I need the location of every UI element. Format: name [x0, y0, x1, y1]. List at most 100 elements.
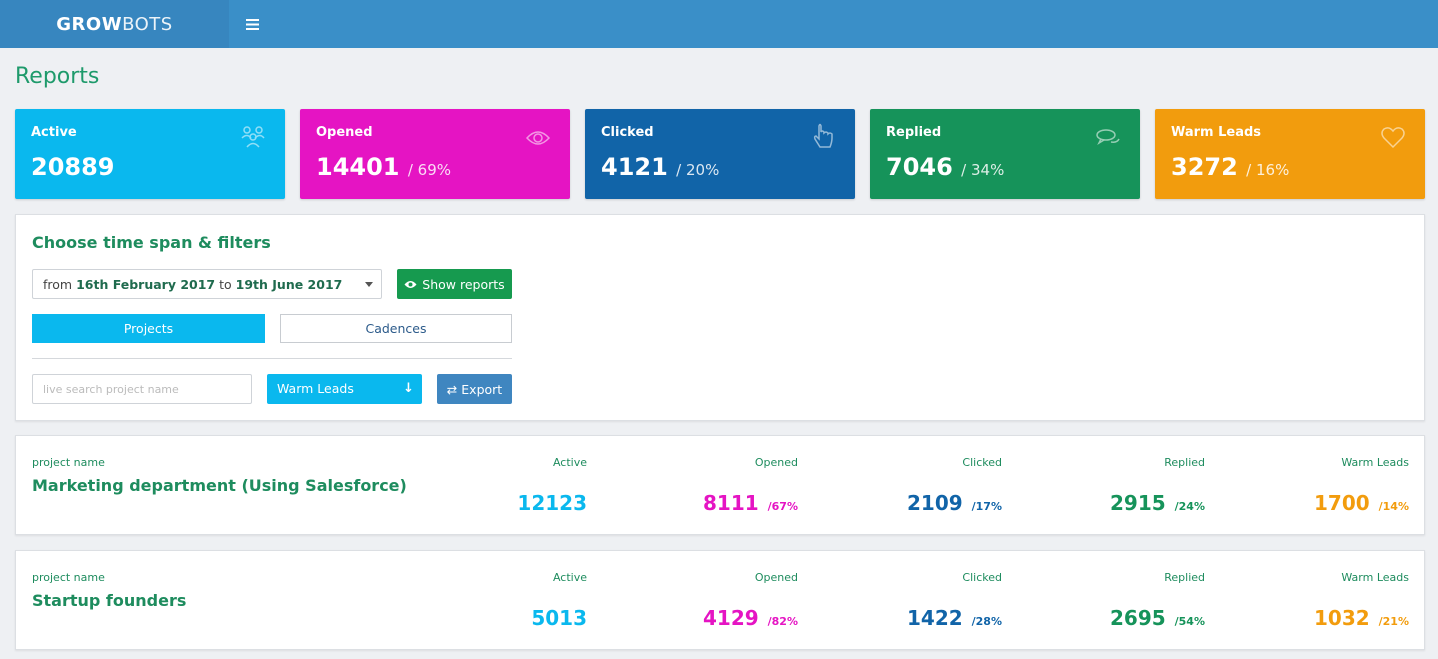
stat-card-replied: Replied 7046 / 34%	[870, 109, 1140, 199]
metric-percent: /82%	[767, 615, 798, 628]
metric-active: Active 12123	[387, 456, 587, 515]
project-row[interactable]: project name Marketing department (Using…	[15, 435, 1425, 535]
divider	[32, 358, 512, 359]
stat-card-number: 14401	[316, 153, 400, 181]
stat-card-percent: / 16%	[1246, 161, 1290, 179]
metric-value: 2915 /24%	[1005, 491, 1205, 515]
metric-value: 12123	[387, 491, 587, 515]
stat-card-value: 20889	[31, 153, 115, 181]
stat-card-percent: / 34%	[961, 161, 1005, 179]
project-row[interactable]: project name Startup founders Active 501…	[15, 550, 1425, 650]
top-navbar: GROW BOTS	[0, 0, 1438, 48]
metric-label: Clicked	[962, 456, 1002, 469]
tab-cadences[interactable]: Cadences	[280, 314, 512, 343]
arrow-down-icon: ↓	[403, 381, 414, 396]
metric-clicked: Clicked 1422 /28%	[802, 571, 1002, 630]
project-name[interactable]: Marketing department (Using Salesforce)	[32, 476, 407, 495]
metric-opened: Opened 4129 /82%	[598, 571, 798, 630]
metric-warm-leads: Warm Leads 1032 /21%	[1209, 571, 1409, 630]
filters-panel: Choose time span & filters from 16th Feb…	[15, 214, 1425, 421]
heart-icon	[1381, 127, 1405, 149]
stat-card-warm-leads: Warm Leads 3272 / 16%	[1155, 109, 1425, 199]
metric-number: 2695	[1110, 606, 1166, 630]
exchange-arrows-icon: ⇄	[446, 381, 458, 397]
stat-card-value: 14401 / 69%	[316, 153, 451, 181]
metric-active: Active 5013	[387, 571, 587, 630]
project-search-input[interactable]	[32, 374, 252, 404]
show-reports-label: Show reports	[422, 276, 505, 292]
brand-logo-light: BOTS	[122, 13, 173, 35]
date-range-from-word: from	[43, 277, 73, 292]
metric-value: 1700 /14%	[1209, 491, 1409, 515]
eye-icon	[404, 280, 417, 288]
stat-card-number: 20889	[31, 153, 115, 181]
metric-label: Warm Leads	[1341, 571, 1409, 584]
pointer-hand-icon	[813, 123, 833, 148]
date-range-start: 16th February 2017	[76, 277, 216, 292]
stat-card-clicked: Clicked 4121 / 20%	[585, 109, 855, 199]
metric-value: 5013	[387, 606, 587, 630]
sort-by-select[interactable]: Warm Leads ↓	[267, 374, 422, 404]
stat-card-label: Clicked	[601, 125, 654, 140]
metric-replied: Replied 2695 /54%	[1005, 571, 1205, 630]
metric-number: 4129	[703, 606, 759, 630]
export-label: Export	[461, 381, 503, 397]
stat-card-percent: / 69%	[407, 161, 452, 179]
project-name[interactable]: Startup founders	[32, 591, 186, 610]
metric-percent: /24%	[1174, 500, 1205, 513]
metric-number: 2109	[907, 491, 963, 515]
metric-label: Active	[552, 456, 587, 469]
filters-heading: Choose time span & filters	[32, 233, 271, 252]
stat-card-value: 3272 / 16%	[1171, 153, 1289, 181]
metric-percent: /54%	[1174, 615, 1205, 628]
metric-value: 1032 /21%	[1209, 606, 1409, 630]
stat-card-number: 4121	[601, 153, 668, 181]
metric-warm-leads: Warm Leads 1700 /14%	[1209, 456, 1409, 515]
metric-label: Active	[552, 571, 587, 584]
stat-card-percent: / 20%	[676, 161, 720, 179]
metric-value: 2109 /17%	[802, 491, 1002, 515]
metric-value: 4129 /82%	[598, 606, 798, 630]
metric-value: 1422 /28%	[802, 606, 1002, 630]
metric-value: 8111 /67%	[598, 491, 798, 515]
metric-number: 1032	[1314, 606, 1370, 630]
metric-label: Opened	[754, 571, 798, 584]
date-range-to-word: to	[219, 277, 232, 292]
metric-label: Clicked	[962, 571, 1002, 584]
metric-number: 1422	[907, 606, 963, 630]
metric-number: 12123	[517, 491, 587, 515]
metric-percent: /28%	[971, 615, 1002, 628]
stat-card-label: Active	[31, 125, 77, 140]
date-range-picker[interactable]: from 16th February 2017 to 19th June 201…	[32, 269, 382, 299]
metric-label: Replied	[1164, 456, 1205, 469]
metric-percent: /67%	[767, 500, 798, 513]
metric-number: 5013	[531, 606, 587, 630]
metric-number: 1700	[1314, 491, 1370, 515]
show-reports-button[interactable]: Show reports	[397, 269, 512, 299]
metric-clicked: Clicked 2109 /17%	[802, 456, 1002, 515]
metric-percent: /17%	[971, 500, 1002, 513]
hamburger-icon[interactable]	[240, 12, 264, 36]
stat-card-label: Warm Leads	[1171, 125, 1262, 140]
eye-icon	[525, 131, 551, 145]
metric-number: 2915	[1110, 491, 1166, 515]
brand-logo[interactable]: GROW BOTS	[0, 0, 229, 48]
tab-projects[interactable]: Projects	[32, 314, 265, 343]
metric-number: 8111	[703, 491, 759, 515]
metric-label: Warm Leads	[1341, 456, 1409, 469]
export-button[interactable]: ⇄ Export	[437, 374, 512, 404]
metric-replied: Replied 2915 /24%	[1005, 456, 1205, 515]
stat-card-label: Replied	[886, 125, 942, 140]
metric-percent: /14%	[1378, 500, 1409, 513]
stat-card-number: 3272	[1171, 153, 1238, 181]
stat-cards: Active 20889 Opened 14401 / 69% Clicked …	[15, 109, 1425, 199]
metric-value: 2695 /54%	[1005, 606, 1205, 630]
metric-label: Opened	[754, 456, 798, 469]
caret-down-icon	[365, 282, 373, 287]
stat-card-label: Opened	[316, 125, 373, 140]
project-name-label: project name	[32, 456, 105, 469]
sort-by-value: Warm Leads	[277, 381, 354, 396]
stat-card-opened: Opened 14401 / 69%	[300, 109, 570, 199]
metric-percent: /21%	[1378, 615, 1409, 628]
stat-card-number: 7046	[886, 153, 953, 181]
